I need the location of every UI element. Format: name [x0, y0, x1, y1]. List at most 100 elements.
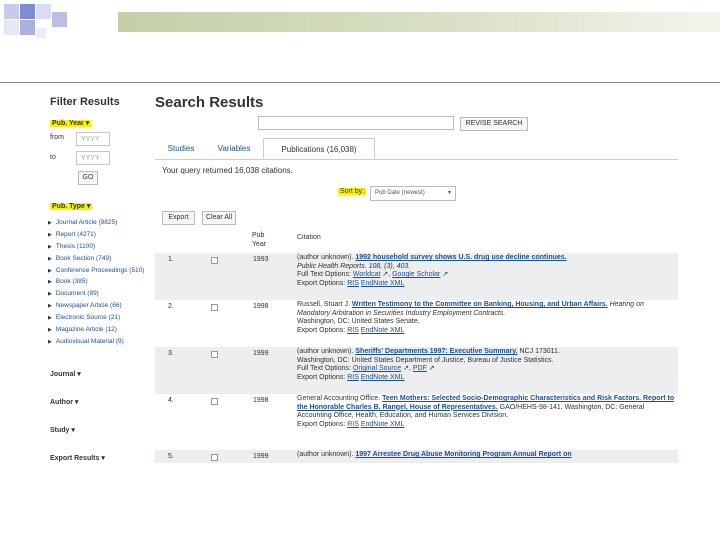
row-year: 1998	[253, 397, 269, 404]
endnote-link[interactable]: EndNote XML	[361, 421, 405, 428]
clear-all-button[interactable]: Clear All	[202, 211, 236, 225]
pub-type-item[interactable]: ▶ Document (89)	[48, 288, 152, 300]
chevron-down-icon: ▾	[447, 190, 451, 196]
table-row: 1. 1993 (author unknown). 1992 household…	[155, 253, 678, 300]
pub-year-label: Pub. Year	[52, 120, 84, 127]
row-year: 1999	[253, 350, 269, 357]
export-results-toggle[interactable]: Export Results ▾	[50, 454, 105, 462]
revise-search-button[interactable]: REVISE SEARCH	[460, 117, 528, 131]
citation-title-link[interactable]: Written Testimony to the Committee on Ba…	[352, 301, 608, 308]
triangle-right-icon: ▶	[48, 327, 52, 334]
pub-type-item[interactable]: ▶ Book Section (749)	[48, 253, 152, 265]
export-button[interactable]: Export	[162, 211, 195, 225]
table-row: 2. 1998 Russell, Stuart J. Written Testi…	[155, 300, 678, 347]
row-number: 2.	[168, 303, 174, 310]
row-number: 1.	[168, 256, 174, 263]
sort-value: Pub Date (newest)	[375, 190, 425, 196]
citation-title-link[interactable]: 1997 Arrestee Drug Abuse Monitoring Prog…	[355, 451, 571, 458]
triangle-right-icon: ▶	[48, 303, 52, 310]
row-checkbox[interactable]	[211, 351, 218, 358]
study-toggle[interactable]: Study ▾	[50, 426, 75, 434]
ris-link[interactable]: RIS	[347, 280, 359, 287]
pdf-link[interactable]: PDF	[413, 365, 427, 372]
endnote-link[interactable]: EndNote XML	[361, 327, 405, 334]
worldcat-link[interactable]: Worldcat	[353, 271, 381, 278]
pub-type-item[interactable]: ▶ Report (4271)	[48, 229, 152, 241]
divider-line	[0, 82, 720, 83]
results-count-text: Your query returned 16,038 citations.	[162, 166, 293, 175]
to-year-input[interactable]: YYYY	[76, 151, 110, 165]
pub-type-label: Pub. Type	[52, 203, 85, 210]
endnote-link[interactable]: EndNote XML	[361, 280, 405, 287]
citation: (author unknown). Sheriffs' Departments …	[297, 348, 560, 382]
row-checkbox[interactable]	[211, 454, 218, 461]
journal-toggle[interactable]: Journal ▾	[50, 370, 81, 378]
screenshot-panel: Filter Results Search Results Pub. Year …	[44, 88, 678, 463]
row-year: 1998	[253, 303, 269, 310]
from-year-input[interactable]: YYYY	[76, 132, 110, 146]
pub-type-item[interactable]: ▶ Magazine Article (12)	[48, 324, 152, 336]
ris-link[interactable]: RIS	[347, 327, 359, 334]
tab-publications[interactable]: Publications (16,038)	[263, 138, 375, 159]
from-label: from	[50, 134, 64, 141]
to-label: to	[50, 154, 56, 161]
table-row: 5. 1999 (author unknown). 1997 Arrestee …	[155, 450, 678, 463]
pub-type-list: ▶ Journal Article (9825) ▶ Report (4271) ▶…	[48, 217, 152, 348]
results-tabs: Studies Variables Publications (16,038)	[155, 138, 678, 160]
col-pub-header: Pub	[252, 232, 265, 239]
citation: (author unknown). 1992 household survey …	[297, 254, 567, 288]
row-checkbox[interactable]	[211, 304, 218, 311]
citation: General Accounting Office. Teen Mothers:…	[297, 395, 675, 429]
row-number: 4.	[168, 397, 174, 404]
pub-type-item[interactable]: ▶ Newspaper Article (66)	[48, 300, 152, 312]
row-number: 5.	[168, 453, 174, 460]
row-year: 1999	[253, 453, 269, 460]
triangle-right-icon: ▶	[48, 279, 52, 286]
citation: Russell, Stuart J. Written Testimony to …	[297, 301, 644, 335]
ris-link[interactable]: RIS	[347, 421, 359, 428]
citation: (author unknown). 1997 Arrestee Drug Abu…	[297, 451, 572, 458]
triangle-right-icon: ▶	[48, 315, 52, 322]
go-button[interactable]: GO	[78, 171, 98, 185]
search-results-heading: Search Results	[155, 94, 264, 111]
results-table: 1. 1993 (author unknown). 1992 household…	[155, 253, 678, 463]
row-checkbox[interactable]	[211, 257, 218, 264]
pub-type-item[interactable]: ▶ Conference Proceedings (510)	[48, 265, 152, 277]
sort-label: Sort by:	[338, 188, 367, 195]
triangle-right-icon: ▶	[48, 231, 52, 238]
pub-type-toggle[interactable]: Pub. Type ▾	[50, 202, 93, 210]
google-scholar-link[interactable]: Google Scholar	[392, 271, 440, 278]
table-row: 3. 1999 (author unknown). Sheriffs' Depa…	[155, 347, 678, 394]
endnote-link[interactable]: EndNote XML	[361, 374, 405, 381]
tab-studies[interactable]: Studies	[155, 138, 207, 159]
citation-title-link[interactable]: Sheriffs' Departments 1997: Executive Su…	[355, 348, 517, 355]
table-row: 4. 1998 General Accounting Office. Teen …	[155, 394, 678, 450]
pub-type-item[interactable]: ▶ Audiovisual Material (9)	[48, 336, 152, 348]
col-year-header: Year	[252, 241, 267, 248]
triangle-right-icon: ▶	[48, 255, 52, 262]
pub-type-item[interactable]: ▶ Electronic Source (21)	[48, 312, 152, 324]
author-toggle[interactable]: Author ▾	[50, 398, 78, 406]
pub-year-toggle[interactable]: Pub. Year ▾	[50, 119, 92, 127]
pub-type-item[interactable]: ▶ Book (385)	[48, 276, 152, 288]
corner-squares	[0, 0, 120, 44]
search-input[interactable]	[258, 116, 454, 130]
filter-results-heading: Filter Results	[50, 96, 120, 108]
pub-type-item[interactable]: ▶ Thesis (1100)	[48, 241, 152, 253]
pub-type-item[interactable]: ▶ Journal Article (9825)	[48, 217, 152, 229]
row-number: 3.	[168, 350, 174, 357]
row-checkbox[interactable]	[211, 398, 218, 405]
tab-variables[interactable]: Variables	[209, 138, 259, 159]
triangle-right-icon: ▶	[48, 267, 52, 274]
header-band	[118, 12, 720, 32]
ris-link[interactable]: RIS	[347, 374, 359, 381]
triangle-right-icon: ▶	[48, 338, 52, 345]
citation-title-link[interactable]: 1992 household survey shows U.S. drug us…	[355, 254, 566, 261]
triangle-right-icon: ▶	[48, 243, 52, 250]
col-citation-header: Citation	[297, 234, 321, 241]
sort-select[interactable]: Pub Date (newest) ▾	[370, 186, 456, 201]
row-year: 1993	[253, 256, 269, 263]
original-source-link[interactable]: Original Source	[353, 365, 401, 372]
triangle-right-icon: ▶	[48, 220, 52, 226]
triangle-right-icon: ▶	[48, 291, 52, 298]
